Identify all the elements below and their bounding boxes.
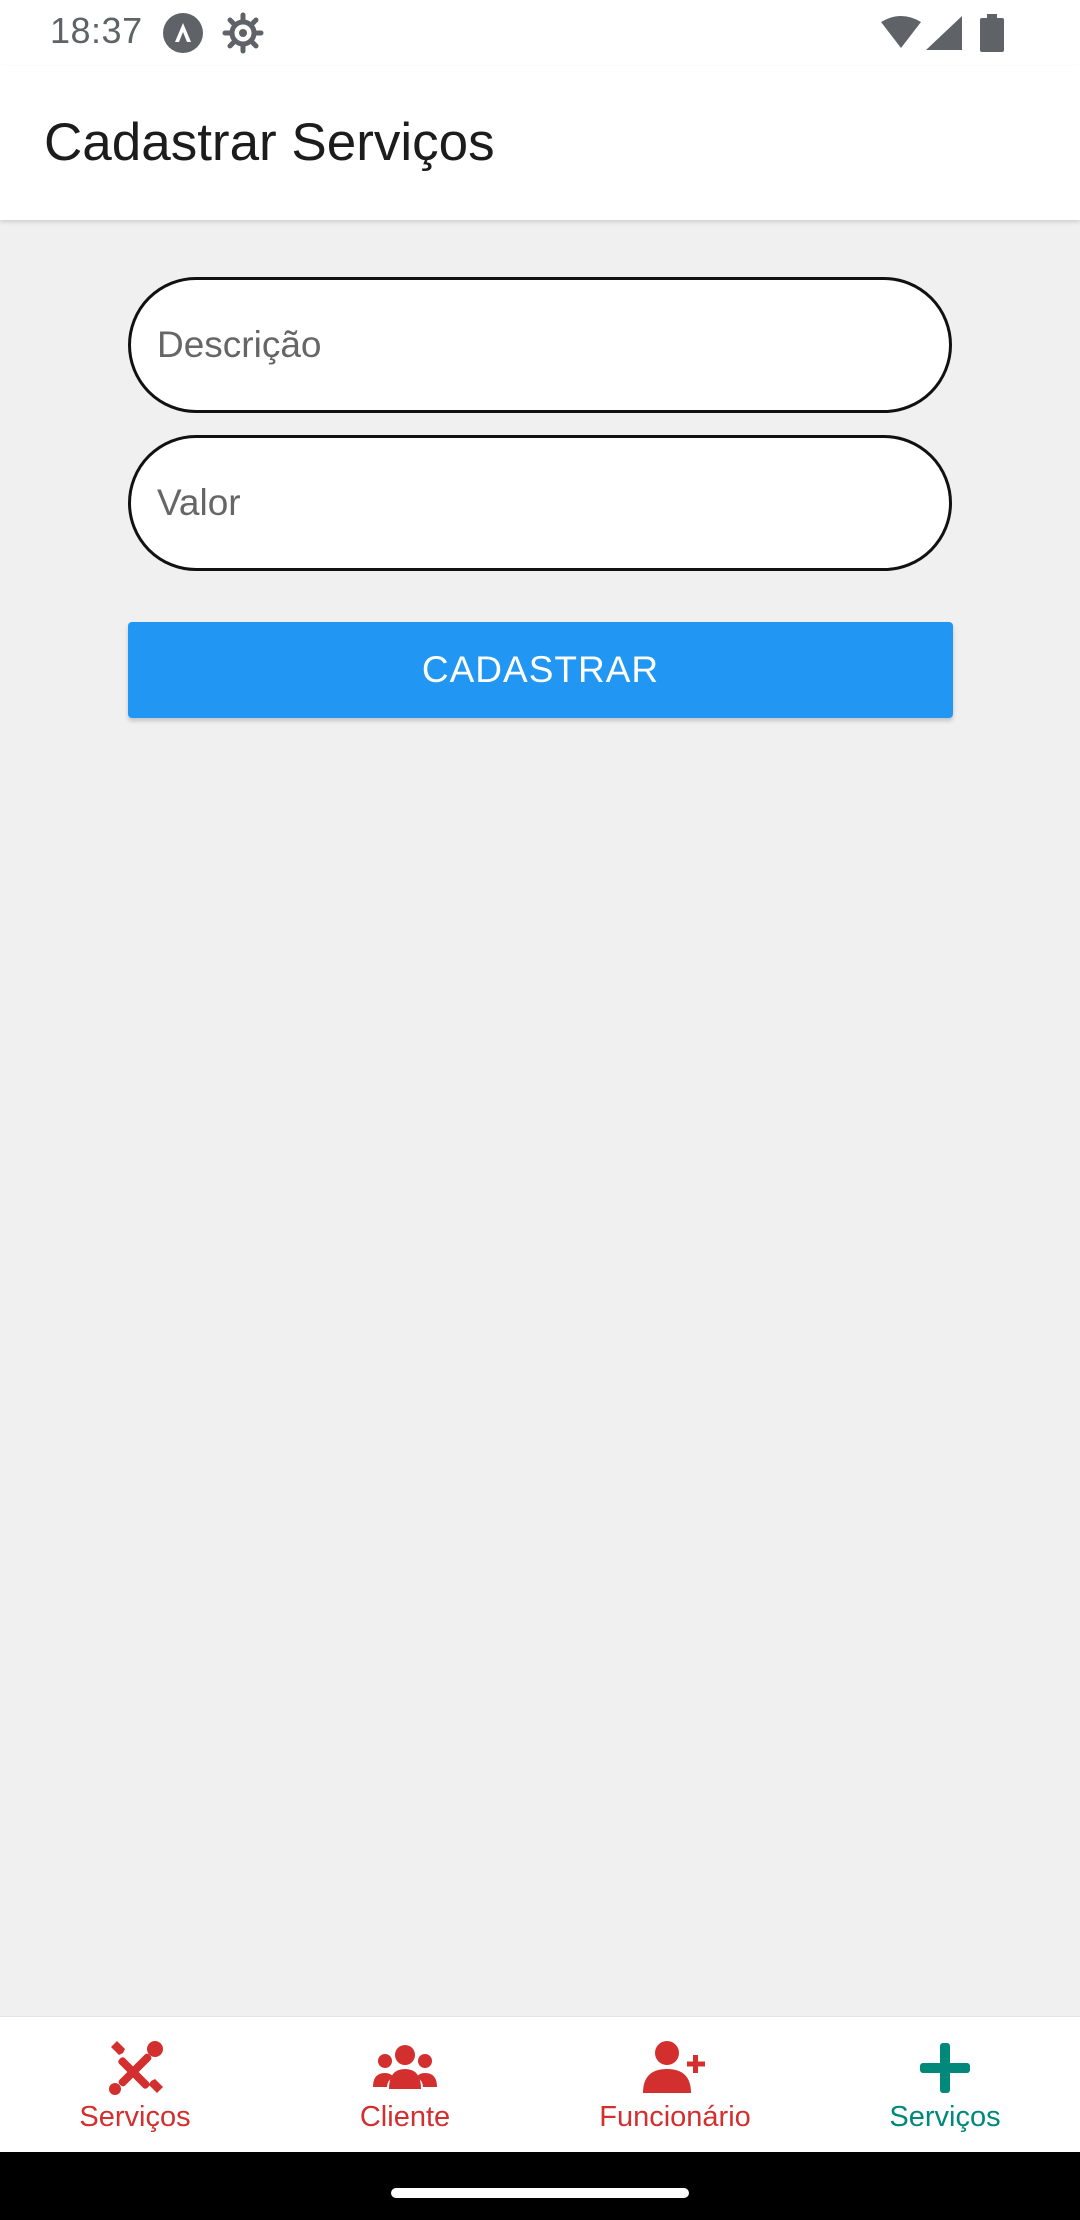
signal-icon [926,16,962,50]
valor-input[interactable] [157,438,917,568]
nav-label: Cliente [359,2101,451,2133]
plus-icon [920,2043,970,2093]
gesture-bar [0,2152,1080,2220]
status-time: 18:37 [50,10,143,51]
bottom-nav: Serviços Cliente Funcionário Serviços [0,2016,1080,2152]
nav-label: Serviços [79,2101,191,2133]
cadastrar-button[interactable]: CADASTRAR [128,622,953,718]
users-icon [373,2045,437,2089]
valor-field[interactable] [128,435,952,571]
nav-item-funcionario[interactable]: Funcionário [540,2017,810,2153]
wifi-icon [881,16,921,48]
nav-label: Funcionário [599,2101,751,2133]
nav-item-cliente[interactable]: Cliente [270,2017,540,2153]
user-plus-icon [643,2041,705,2093]
page-title: Cadastrar Serviços [44,113,495,172]
home-gesture-handle[interactable] [391,2188,689,2198]
app-bar: Cadastrar Serviços [0,66,1080,220]
battery-icon [980,14,1004,52]
descricao-input[interactable] [157,280,917,410]
gear-icon [222,12,264,54]
nav-item-servicos-active[interactable]: Serviços [810,2017,1080,2153]
a-notification-icon [163,13,203,53]
status-bar: 18:37 [0,0,1080,66]
descricao-field[interactable] [128,277,952,413]
nav-label: Serviços [889,2101,1001,2133]
nav-item-servicos[interactable]: Serviços [0,2017,270,2153]
tools-icon [109,2041,163,2095]
